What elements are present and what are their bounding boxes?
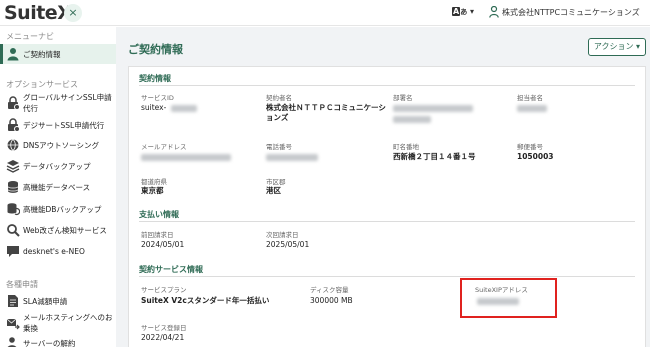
prev-billing-value: 2024/05/01 (141, 240, 185, 249)
main-content: ご契約情報 アクション ▾ 契約情報 サービスID suitex- 契約者名 株… (116, 27, 650, 347)
redacted-block (171, 105, 197, 112)
plan-value: SuiteX V2cスタンダード年一括払い (141, 296, 270, 305)
close-menu-button[interactable]: × (64, 4, 82, 22)
contractor-label: 契約者名 (266, 94, 292, 102)
sidebar-item-desknets[interactable]: desknet's e-NEO (0, 241, 116, 261)
registration-value: 2022/04/21 (141, 333, 185, 342)
payment-section-title: 支払い情報 (139, 210, 179, 219)
sidebar-item-label: データバックアップ (23, 161, 91, 171)
sidebar-item-label: 高機能データベース (23, 182, 91, 192)
zip-value: 1050003 (517, 152, 554, 161)
redacted-block (141, 154, 231, 161)
requests-title: 各種申請 (6, 280, 38, 289)
language-label: A (452, 7, 461, 16)
zip-label: 郵便番号 (517, 143, 543, 151)
sidebar-item-digicert-ssl[interactable]: デジサートSSL申請代行 (0, 115, 116, 135)
app-logo: SuiteX (4, 2, 72, 24)
db-backup-icon (7, 203, 20, 216)
sidebar-item-db-backup[interactable]: 高機能DBバックアップ (0, 199, 116, 219)
sidebar-item-database[interactable]: 高機能データベース (0, 177, 116, 197)
phone-label: 電話番号 (266, 143, 292, 151)
sidebar-item-dns-outsourcing[interactable]: DNSアウトソーシング (0, 135, 116, 155)
next-billing-label: 次回請求日 (266, 231, 299, 239)
sidebar-item-label: desknet's e-NEO (23, 246, 85, 256)
page-title: ご契約情報 (128, 43, 183, 56)
sidebar-item-data-backup[interactable]: データバックアップ (0, 156, 116, 176)
language-icon[interactable]: Aあ ▾ (452, 7, 474, 19)
language-sub-label: あ (460, 8, 468, 16)
sidebar-item-label: DNSアウトソーシング (23, 140, 99, 150)
lock-icon (8, 118, 20, 132)
service-id-value: suitex- (141, 103, 167, 112)
contract-card: 契約情報 サービスID suitex- 契約者名 株式会社ＮＴＴＰＣコミュニケー… (128, 66, 646, 347)
person-remove-icon (7, 337, 17, 347)
prefecture-label: 都道府県 (141, 178, 167, 186)
sidebar-item-label: 高機能DBバックアップ (23, 204, 102, 214)
sidebar-item-label: Web改ざん検知サービス (23, 225, 107, 235)
user-icon[interactable] (489, 6, 499, 18)
contractor-value: 株式会社ＮＴＴＰＣコミュニケーションズ (266, 103, 386, 122)
plan-label: サービスプラン (141, 286, 187, 294)
service-id-label: サービスID (141, 94, 174, 102)
person-label: 担当者名 (517, 94, 543, 102)
layers-icon (6, 160, 20, 173)
lock-icon (8, 96, 20, 110)
sidebar-item-label: デジサートSSL申請代行 (23, 120, 105, 130)
ip-highlight-box (460, 278, 557, 318)
sidebar-item-label: メールホスティングへのお乗換 (23, 313, 113, 333)
sidebar-item-label: サーバーの解約 (23, 338, 76, 347)
sidebar: メニューナビ ご契約情報 オプションサービス グローバルサインSSL申請代行 デ… (0, 27, 116, 347)
sidebar-item-mail-hosting[interactable]: メールホスティングへのお乗換 (0, 313, 116, 333)
city-label: 市区郡 (266, 178, 286, 186)
disk-label: ディスク容量 (310, 286, 349, 294)
redacted-block (517, 105, 547, 112)
person-icon (7, 48, 19, 61)
database-icon (7, 181, 19, 193)
next-billing-value: 2025/05/01 (266, 240, 310, 249)
sidebar-item-cancel-server[interactable]: サーバーの解約 (0, 333, 116, 347)
globe-icon (7, 139, 19, 151)
mail-label: メールアドレス (141, 143, 187, 151)
menu-nav-title: メニューナビ (6, 32, 54, 41)
mail-transfer-icon (6, 318, 20, 330)
department-label: 部署名 (393, 94, 413, 102)
section-divider (139, 85, 635, 86)
sidebar-item-label: ご契約情報 (23, 49, 61, 59)
sidebar-item-contract-info[interactable]: ご契約情報 (0, 44, 116, 64)
sidebar-item-label: グローバルサインSSL申請代行 (23, 93, 112, 113)
city-value: 港区 (266, 186, 281, 195)
town-label: 町名番地 (393, 143, 419, 151)
section-divider (139, 221, 635, 222)
town-value: 西新橋２丁目１４番１号 (393, 152, 476, 161)
sidebar-item-label: SLA減額申請 (23, 296, 68, 306)
sidebar-item-globalsign-ssl[interactable]: グローバルサインSSL申請代行 (0, 93, 116, 113)
company-name[interactable]: 株式会社NTTPCコミュニケーションズ (502, 7, 640, 18)
redacted-block (393, 105, 473, 112)
document-icon (8, 295, 18, 307)
sidebar-item-web-tamper[interactable]: Web改ざん検知サービス (0, 220, 116, 240)
sidebar-item-sla[interactable]: SLA減額申請 (0, 291, 116, 311)
redacted-block (266, 154, 318, 161)
section-divider (139, 276, 635, 277)
redacted-block (393, 116, 431, 123)
registration-label: サービス登録日 (141, 324, 187, 332)
contract-section-title: 契約情報 (139, 74, 171, 83)
action-button[interactable]: アクション ▾ (588, 38, 646, 56)
search-icon (7, 224, 20, 237)
disk-value: 300000 MB (310, 296, 353, 305)
top-bar: SuiteX × Aあ ▾ 株式会社NTTPCコミュニケーションズ (0, 0, 650, 26)
options-title: オプションサービス (6, 80, 78, 89)
service-section-title: 契約サービス情報 (139, 265, 203, 274)
prev-billing-label: 前回請求日 (141, 231, 174, 239)
prefecture-value: 東京都 (141, 186, 164, 195)
chat-icon (7, 246, 19, 257)
